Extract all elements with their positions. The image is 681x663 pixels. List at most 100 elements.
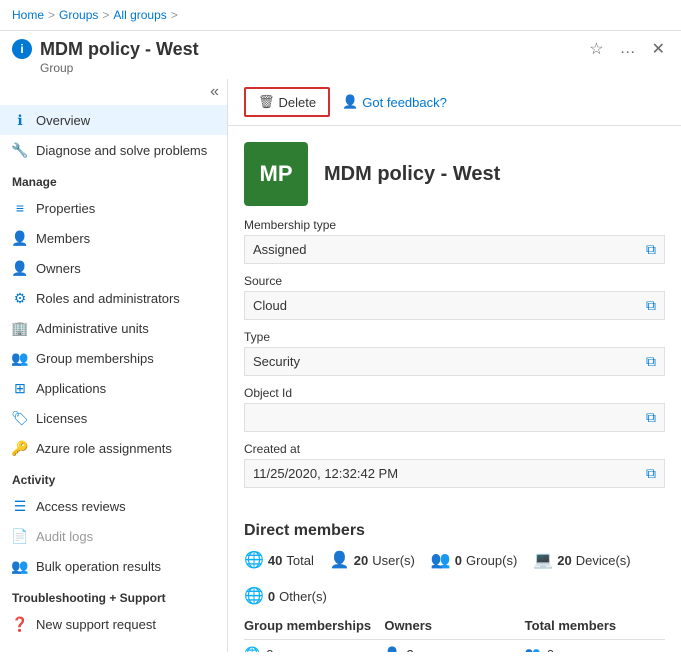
licenses-icon: 🏷 xyxy=(12,410,28,426)
table-row: 🌐 0 👤 2 👥 0 xyxy=(244,640,665,652)
prop-source: Source Cloud ⧉ xyxy=(244,274,665,320)
sidebar-item-properties[interactable]: ≡ Properties xyxy=(0,193,227,223)
pin-button[interactable]: ☆ xyxy=(585,37,607,61)
sidebar-collapse-button[interactable]: « xyxy=(210,83,219,101)
diagnose-icon: 🔧 xyxy=(12,142,28,158)
sidebar: « ℹ Overview 🔧 Diagnose and solve proble… xyxy=(0,79,228,652)
access-reviews-icon: ☰ xyxy=(12,498,28,514)
prop-label-object-id: Object Id xyxy=(244,386,665,400)
table-section: Group memberships Owners Total members 🌐… xyxy=(228,618,681,652)
cell-group-value: 0 xyxy=(266,647,273,653)
prop-value-object-id: ⧉ xyxy=(244,403,665,432)
stat-others-value: 0 xyxy=(268,589,275,604)
prop-label-membership-type: Membership type xyxy=(244,218,665,232)
breadcrumb: Home > Groups > All groups > xyxy=(12,8,178,22)
col-owners: Owners xyxy=(384,618,524,633)
sidebar-item-overview[interactable]: ℹ Overview xyxy=(0,105,227,135)
main-content: 🗑 Delete 👤 Got feedback? MP MDM policy -… xyxy=(228,79,681,652)
sidebar-label-group-memberships: Group memberships xyxy=(36,351,154,366)
title-actions: ☆ … ✕ xyxy=(585,37,669,61)
feedback-button[interactable]: 👤 Got feedback? xyxy=(342,94,447,110)
stat-others-icon: 🌐 xyxy=(244,586,264,606)
title-info-icon: i xyxy=(12,39,32,59)
cell-group-icon: 🌐 xyxy=(244,646,260,652)
prop-created-at: Created at 11/25/2020, 12:32:42 PM ⧉ xyxy=(244,442,665,488)
stat-devices-icon: 💻 xyxy=(533,550,553,570)
applications-icon: ⊞ xyxy=(12,380,28,396)
cell-total-members-value: 0 xyxy=(547,647,554,653)
sidebar-item-group-memberships[interactable]: 👥 Group memberships xyxy=(0,343,227,373)
sidebar-item-diagnose[interactable]: 🔧 Diagnose and solve problems xyxy=(0,135,227,165)
resource-header: MP MDM policy - West xyxy=(228,126,681,218)
main-layout: « ℹ Overview 🔧 Diagnose and solve proble… xyxy=(0,79,681,652)
copy-created-at-button[interactable]: ⧉ xyxy=(646,465,656,482)
col-group-memberships: Group memberships xyxy=(244,618,384,633)
sidebar-item-access-reviews[interactable]: ☰ Access reviews xyxy=(0,491,227,521)
stat-total: 🌐 40 Total xyxy=(244,550,314,570)
properties-icon: ≡ xyxy=(12,200,28,216)
title-bar: i MDM policy - West ☆ … ✕ Group xyxy=(0,31,681,75)
sidebar-label-diagnose: Diagnose and solve problems xyxy=(36,143,207,158)
breadcrumb-sep-2: > xyxy=(102,8,109,22)
sidebar-item-applications[interactable]: ⊞ Applications xyxy=(0,373,227,403)
stat-users-label: User(s) xyxy=(372,553,415,568)
sidebar-item-azure-roles[interactable]: 🔑 Azure role assignments xyxy=(0,433,227,463)
copy-object-id-button[interactable]: ⧉ xyxy=(646,409,656,426)
audit-logs-icon: 📄 xyxy=(12,528,28,544)
resource-avatar: MP xyxy=(244,142,308,206)
feedback-label: Got feedback? xyxy=(362,95,447,110)
properties-section: Membership type Assigned ⧉ Source Cloud … xyxy=(228,218,681,510)
sidebar-item-admin-units[interactable]: 🏢 Administrative units xyxy=(0,313,227,343)
sidebar-item-bulk-ops[interactable]: 👥 Bulk operation results xyxy=(0,551,227,581)
stat-users-value: 20 xyxy=(354,553,368,568)
sidebar-label-access-reviews: Access reviews xyxy=(36,499,126,514)
delete-button[interactable]: 🗑 Delete xyxy=(244,87,330,117)
sidebar-item-new-support[interactable]: ❓ New support request xyxy=(0,609,227,639)
sidebar-label-properties: Properties xyxy=(36,201,95,216)
section-label-manage: Manage xyxy=(0,165,227,193)
sidebar-label-new-support: New support request xyxy=(36,617,156,632)
more-button[interactable]: … xyxy=(616,38,640,60)
owners-icon: 👤 xyxy=(12,260,28,276)
prop-label-source: Source xyxy=(244,274,665,288)
sidebar-item-owners[interactable]: 👤 Owners xyxy=(0,253,227,283)
prop-value-created-at: 11/25/2020, 12:32:42 PM ⧉ xyxy=(244,459,665,488)
stat-others: 🌐 0 Other(s) xyxy=(244,586,327,606)
members-icon: 👤 xyxy=(12,230,28,246)
page-title: MDM policy - West xyxy=(40,39,577,60)
copy-source-button[interactable]: ⧉ xyxy=(646,297,656,314)
prop-value-membership-type: Assigned ⧉ xyxy=(244,235,665,264)
avatar-initials: MP xyxy=(260,161,293,187)
stat-devices-value: 20 xyxy=(557,553,571,568)
cell-owners-icon: 👤 xyxy=(384,646,400,652)
sidebar-item-audit-logs[interactable]: 📄 Audit logs xyxy=(0,521,227,551)
copy-membership-type-button[interactable]: ⧉ xyxy=(646,241,656,258)
breadcrumb-groups[interactable]: Groups xyxy=(59,8,98,22)
toolbar: 🗑 Delete 👤 Got feedback? xyxy=(228,79,681,126)
breadcrumb-sep-3: > xyxy=(171,8,178,22)
breadcrumb-home[interactable]: Home xyxy=(12,8,44,22)
delete-icon: 🗑 xyxy=(258,94,275,110)
cell-total-members: 👥 0 xyxy=(525,646,665,652)
stat-total-value: 40 xyxy=(268,553,282,568)
overview-icon: ℹ xyxy=(12,112,28,128)
close-button[interactable]: ✕ xyxy=(648,37,669,61)
sidebar-item-members[interactable]: 👤 Members xyxy=(0,223,227,253)
stat-total-icon: 🌐 xyxy=(244,550,264,570)
delete-label: Delete xyxy=(279,95,317,110)
direct-members-section: Direct members 🌐 40 Total 👤 20 User(s) 👥… xyxy=(228,510,681,618)
table-header: Group memberships Owners Total members xyxy=(244,618,665,640)
stat-users: 👤 20 User(s) xyxy=(330,550,415,570)
stat-devices: 💻 20 Device(s) xyxy=(533,550,630,570)
group-memberships-icon: 👥 xyxy=(12,350,28,366)
prop-object-id: Object Id ⧉ xyxy=(244,386,665,432)
sidebar-item-roles[interactable]: ⚙ Roles and administrators xyxy=(0,283,227,313)
stat-users-icon: 👤 xyxy=(330,550,350,570)
prop-type: Type Security ⧉ xyxy=(244,330,665,376)
sidebar-item-licenses[interactable]: 🏷 Licenses xyxy=(0,403,227,433)
sidebar-label-azure-roles: Azure role assignments xyxy=(36,441,172,456)
new-support-icon: ❓ xyxy=(12,616,28,632)
breadcrumb-all-groups[interactable]: All groups xyxy=(113,8,166,22)
azure-roles-icon: 🔑 xyxy=(12,440,28,456)
copy-type-button[interactable]: ⧉ xyxy=(646,353,656,370)
